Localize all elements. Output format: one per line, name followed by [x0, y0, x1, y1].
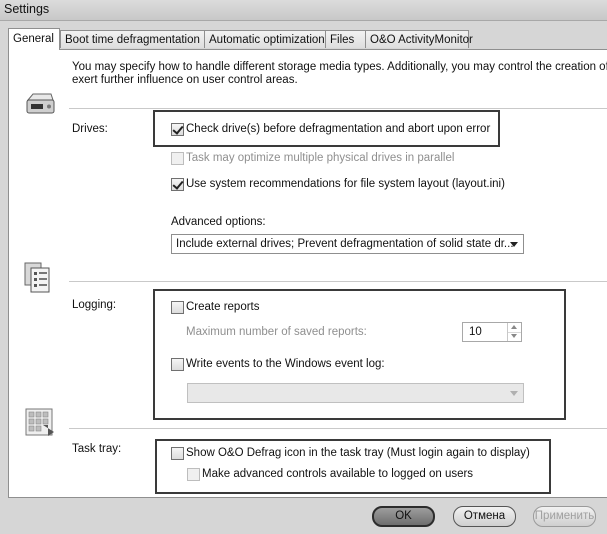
drive-icon [23, 90, 57, 121]
check-before-defrag-label[interactable]: Check drive(s) before defragmentation an… [186, 123, 490, 135]
advanced-controls-label[interactable]: Make advanced controls available to logg… [202, 468, 473, 480]
event-log-dropdown[interactable] [187, 383, 524, 403]
tab-boot-time-defragmentation[interactable]: Boot time defragmentation [60, 30, 205, 48]
title-bar: Settings [0, 0, 607, 21]
drives-label: Drives: [72, 123, 108, 135]
ok-button[interactable]: OK [372, 506, 435, 527]
separator-logging [69, 281, 607, 282]
advanced-options-label: Advanced options: [171, 216, 266, 228]
logging-label: Logging: [72, 299, 117, 311]
optimize-parallel-label[interactable]: Task may optimize multiple physical driv… [186, 152, 454, 164]
tab-strip: General Boot time defragmentation Automa… [8, 28, 607, 50]
tab-oo-activitymonitor[interactable]: O&O ActivityMonitor [365, 30, 473, 48]
max-reports-value: 10 [469, 326, 482, 338]
max-reports-spinner[interactable]: 10 [462, 322, 522, 342]
tab-automatic-optimization[interactable]: Automatic optimization [204, 30, 326, 48]
system-recommendations-label[interactable]: Use system recommendations for file syst… [186, 178, 505, 190]
settings-panel: You may specify how to handle different … [8, 49, 607, 498]
tray-icon [23, 406, 57, 443]
log-icon [22, 260, 56, 297]
write-events-checkbox[interactable] [171, 358, 184, 371]
show-tray-icon-label[interactable]: Show O&O Defrag icon in the task tray (M… [186, 447, 530, 459]
chevron-down-icon [510, 242, 518, 247]
cancel-button[interactable]: Отмена [453, 506, 516, 527]
advanced-options-dropdown[interactable]: Include external drives; Prevent defragm… [171, 234, 524, 254]
show-tray-icon-checkbox[interactable] [171, 447, 184, 460]
tab-general[interactable]: General [8, 28, 60, 50]
apply-button[interactable]: Применить [533, 506, 596, 527]
create-reports-checkbox[interactable] [171, 301, 184, 314]
separator-task-tray [69, 428, 607, 429]
task-tray-label: Task tray: [72, 443, 122, 455]
advanced-options-value: Include external drives; Prevent defragm… [176, 238, 514, 250]
window-title: Settings [4, 2, 50, 16]
spin-down-icon[interactable] [508, 332, 521, 341]
create-reports-label[interactable]: Create reports [186, 301, 260, 313]
optimize-parallel-checkbox[interactable] [171, 152, 184, 165]
tab-files[interactable]: Files [325, 30, 366, 48]
separator-drives [69, 108, 607, 109]
system-recommendations-checkbox[interactable] [171, 178, 184, 191]
max-reports-label: Maximum number of saved reports: [186, 326, 367, 338]
advanced-controls-checkbox[interactable] [187, 468, 200, 481]
write-events-label[interactable]: Write events to the Windows event log: [186, 358, 385, 370]
intro-text-line2: exert further influence on user control … [72, 74, 298, 86]
intro-text-line1: You may specify how to handle different … [72, 61, 607, 73]
chevron-down-icon [510, 391, 518, 396]
check-before-defrag-checkbox[interactable] [171, 123, 184, 136]
